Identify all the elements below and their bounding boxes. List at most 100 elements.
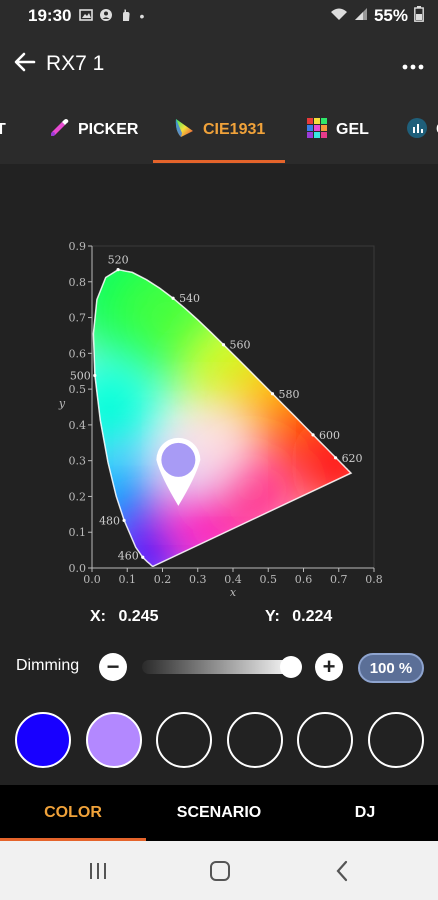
color-swatch-5[interactable] bbox=[297, 712, 353, 768]
y-axis-label: y bbox=[58, 397, 66, 410]
x-readout: X: 0.245 bbox=[90, 608, 159, 626]
dot-icon: • bbox=[139, 8, 145, 24]
wavelength-label: 600 bbox=[319, 429, 340, 442]
status-time: 19:30 bbox=[28, 6, 72, 25]
wavelength-marker bbox=[116, 268, 120, 272]
color-swatch-1[interactable] bbox=[15, 712, 71, 768]
battery-icon bbox=[414, 5, 424, 27]
dimming-value-badge[interactable]: 100 % bbox=[358, 653, 424, 683]
wavelength-marker bbox=[93, 373, 97, 378]
nav-color[interactable]: COLOR bbox=[0, 785, 146, 841]
wavelength-marker bbox=[311, 433, 315, 437]
signal-icon bbox=[354, 6, 368, 26]
wavelength-label: 520 bbox=[108, 254, 129, 267]
x-tick-label: 0.7 bbox=[330, 573, 348, 586]
y-tick-label: 0.0 bbox=[69, 562, 87, 575]
y-tick-label: 0.2 bbox=[69, 490, 87, 503]
wavelength-label: 500 bbox=[70, 370, 91, 383]
nav-dj[interactable]: DJ bbox=[292, 785, 438, 841]
x-tick-label: 0.4 bbox=[224, 573, 242, 586]
x-tick-label: 0.2 bbox=[154, 573, 172, 586]
mode-tabs: T PICKER CIE1931 GEL C bbox=[0, 96, 438, 164]
color-swatch-3[interactable] bbox=[156, 712, 212, 768]
chromaticity-fill bbox=[93, 269, 352, 567]
wavelength-marker bbox=[333, 456, 338, 460]
chromaticity-blob bbox=[93, 352, 165, 462]
selected-color-dot bbox=[161, 442, 196, 477]
color-swatch-2[interactable] bbox=[86, 712, 142, 768]
dimming-minus-button[interactable]: − bbox=[99, 653, 127, 681]
app-bar: RX7 1 bbox=[0, 32, 438, 96]
y-value: 0.224 bbox=[292, 608, 333, 625]
y-tick-label: 0.8 bbox=[69, 276, 87, 289]
arrow-left-icon[interactable] bbox=[14, 49, 36, 80]
tab-partial-right[interactable]: C bbox=[406, 96, 438, 164]
wavelength-marker bbox=[270, 392, 275, 396]
x-label: X: bbox=[90, 608, 106, 625]
bottom-nav: COLOR SCENARIO DJ bbox=[0, 785, 438, 841]
tab-partial-left[interactable]: T bbox=[0, 96, 6, 164]
dimming-label: Dimming bbox=[16, 657, 80, 674]
x-tick-label: 0.3 bbox=[189, 573, 207, 586]
x-axis-label: x bbox=[230, 586, 237, 599]
wavelength-label: 480 bbox=[99, 514, 120, 527]
image-icon bbox=[79, 8, 94, 25]
status-bar: 19:30 • 55% bbox=[0, 0, 438, 32]
tab-label: T bbox=[0, 121, 6, 138]
tab-picker[interactable]: PICKER bbox=[48, 96, 138, 164]
y-label: Y: bbox=[265, 608, 280, 625]
recents-icon[interactable] bbox=[60, 841, 136, 900]
more-vert-icon[interactable] bbox=[402, 51, 424, 77]
wavelength-marker bbox=[141, 555, 145, 559]
tab-label: CIE1931 bbox=[203, 121, 266, 138]
account-icon bbox=[99, 8, 113, 25]
wavelength-label: 540 bbox=[179, 292, 200, 305]
x-tick-label: 0.6 bbox=[295, 573, 313, 586]
active-tab-indicator bbox=[153, 160, 285, 163]
plus-icon: + bbox=[322, 654, 336, 679]
dimming-slider-thumb[interactable] bbox=[280, 656, 302, 678]
x-tick-label: 0.5 bbox=[260, 573, 278, 586]
y-tick-label: 0.1 bbox=[69, 526, 87, 539]
wavelength-label: 620 bbox=[342, 452, 363, 465]
home-icon[interactable] bbox=[182, 841, 258, 900]
y-tick-label: 0.6 bbox=[69, 347, 87, 360]
y-tick-label: 0.4 bbox=[69, 419, 87, 432]
y-readout: Y: 0.224 bbox=[265, 608, 332, 626]
tab-label: PICKER bbox=[78, 121, 139, 138]
x-value: 0.245 bbox=[118, 608, 159, 625]
minus-icon: − bbox=[106, 654, 120, 679]
wavelength-label: 580 bbox=[278, 388, 299, 401]
page-title: RX7 1 bbox=[46, 52, 105, 75]
wavelength-marker bbox=[221, 343, 226, 347]
system-nav-bar bbox=[0, 841, 438, 900]
cie1931-chart[interactable]: 0.0 0.1 0.2 0.3 0.4 0.5 0.6 0.7 0.80.00.10.20.30… bbox=[40, 232, 400, 612]
dimming-slider-track[interactable] bbox=[142, 660, 297, 674]
partial-icon bbox=[406, 117, 428, 144]
wavelength-marker bbox=[171, 296, 175, 300]
color-swatch-6[interactable] bbox=[368, 712, 424, 768]
wavelength-label: 560 bbox=[229, 339, 250, 352]
wavelength-label: 460 bbox=[118, 549, 139, 562]
cie-triangle-icon bbox=[173, 117, 195, 144]
back-chevron-icon[interactable] bbox=[304, 841, 380, 900]
x-tick-label: 0.8 bbox=[365, 573, 383, 586]
status-right: 55% bbox=[330, 5, 424, 27]
tab-cie1931[interactable]: CIE1931 bbox=[173, 96, 265, 164]
wavelength-marker bbox=[122, 518, 126, 523]
tab-gel[interactable]: GEL bbox=[306, 96, 369, 164]
color-swatch-4[interactable] bbox=[227, 712, 283, 768]
x-tick-label: 0.1 bbox=[119, 573, 137, 586]
dimming-plus-button[interactable]: + bbox=[315, 653, 343, 681]
y-tick-label: 0.9 bbox=[69, 240, 87, 253]
hand-icon bbox=[119, 8, 133, 25]
wifi-icon bbox=[330, 6, 348, 26]
battery-level: 55% bbox=[373, 6, 408, 25]
y-tick-label: 0.7 bbox=[69, 312, 87, 325]
color-picker-icon bbox=[48, 117, 70, 144]
y-tick-label: 0.5 bbox=[69, 383, 87, 396]
tab-label: GEL bbox=[336, 121, 369, 138]
y-tick-label: 0.3 bbox=[69, 455, 87, 468]
gel-grid-icon bbox=[306, 117, 328, 144]
nav-scenario[interactable]: SCENARIO bbox=[146, 785, 292, 841]
